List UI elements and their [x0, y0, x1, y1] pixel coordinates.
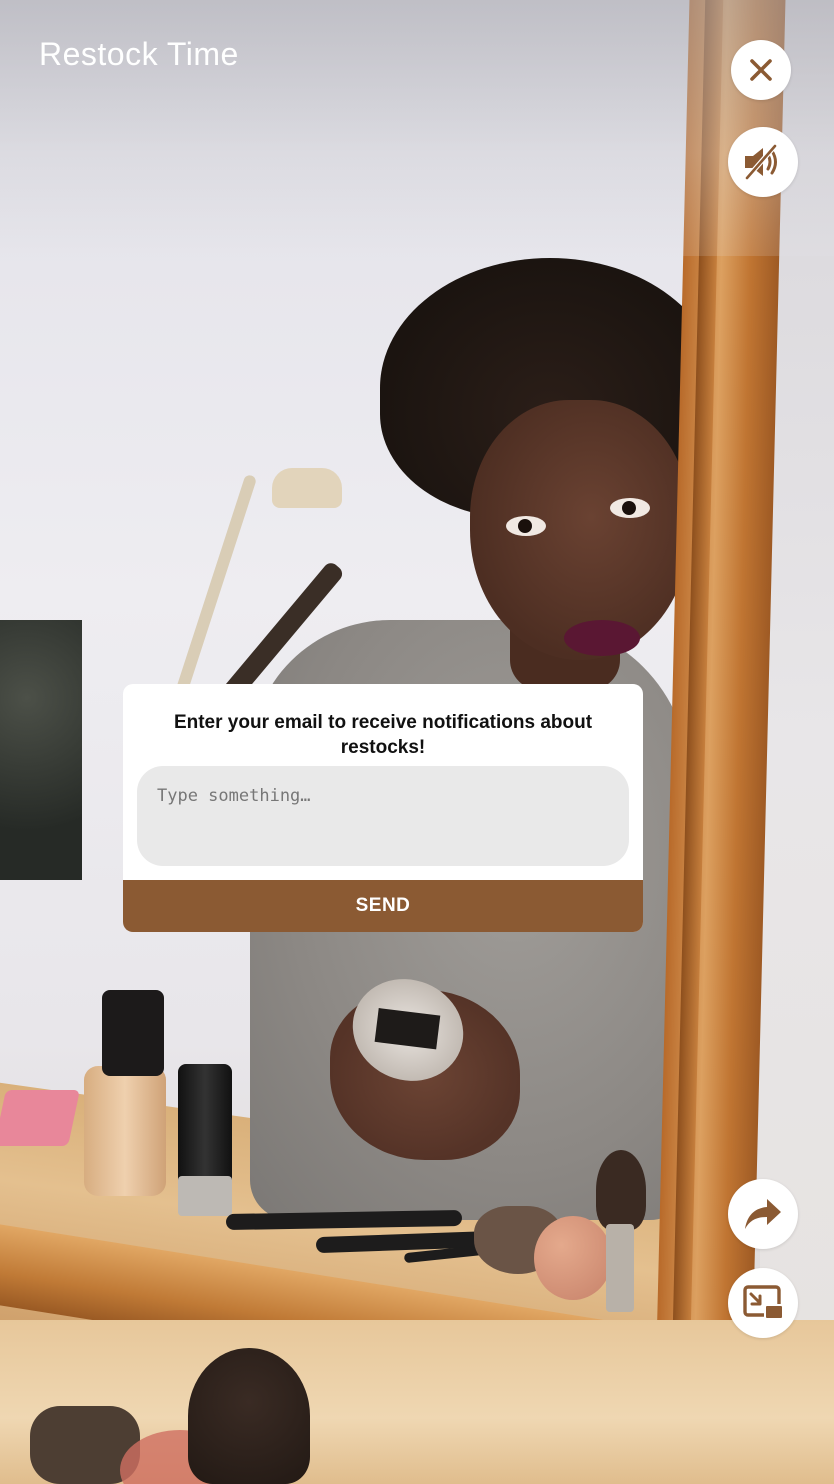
- lipstick-base: [178, 1176, 232, 1216]
- lamp-head: [272, 468, 342, 508]
- send-button[interactable]: SEND: [123, 880, 643, 932]
- share-button[interactable]: [728, 1179, 798, 1249]
- email-input[interactable]: [137, 766, 629, 866]
- foundation-cap: [102, 990, 164, 1076]
- picture-in-picture-exit-icon: [743, 1285, 784, 1320]
- hair-clip: [0, 1090, 80, 1146]
- foreground-brush: [188, 1348, 310, 1484]
- video-title: Restock Time: [39, 36, 239, 72]
- restock-email-dialog: Enter your email to receive notification…: [123, 684, 643, 932]
- foundation-bottle: [84, 1066, 166, 1196]
- person-lips: [564, 620, 640, 656]
- share-arrow-icon: [745, 1199, 781, 1229]
- mute-toggle-button[interactable]: [728, 127, 798, 197]
- person-eye-left: [506, 516, 546, 536]
- close-button[interactable]: [731, 40, 791, 100]
- picture-in-picture-button[interactable]: [728, 1268, 798, 1338]
- person-face: [470, 400, 690, 660]
- brush-stem: [606, 1224, 634, 1312]
- speaker-muted-icon: [744, 143, 778, 181]
- dialog-message: Enter your email to receive notification…: [173, 712, 593, 758]
- close-icon: [750, 59, 772, 81]
- painting: [0, 620, 82, 880]
- brush-head: [596, 1150, 646, 1230]
- person-eye-right: [610, 498, 650, 518]
- standing-brush: [596, 1150, 646, 1312]
